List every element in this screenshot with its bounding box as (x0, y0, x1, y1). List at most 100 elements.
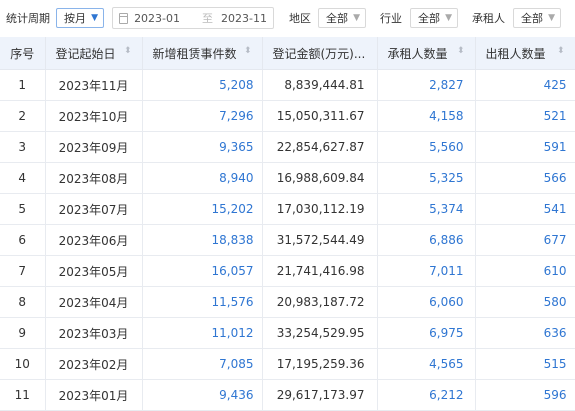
industry-label: 行业 (380, 12, 402, 25)
cell-lessor-count[interactable]: 515 (475, 348, 575, 380)
cell-index: 10 (0, 348, 46, 380)
caret-down-icon: ▼ (91, 13, 98, 23)
header-new-lease-events[interactable]: 新增租赁事件数 ⬍ (142, 37, 263, 70)
date-range-picker[interactable]: 2023-01 至 2023-11 (112, 7, 274, 29)
cell-new-lease-events[interactable]: 8,940 (142, 162, 263, 194)
period-select-value: 按月 (64, 12, 86, 25)
cell-index: 8 (0, 286, 46, 318)
cell-lessee-count[interactable]: 6,212 (377, 379, 476, 411)
table-row[interactable]: 11 2023年01月 9,436 29,617,173.97 6,212 596 (0, 379, 575, 411)
cell-lessor-count[interactable]: 677 (475, 224, 575, 256)
cell-new-lease-events[interactable]: 16,057 (142, 255, 263, 287)
lessee-select-value: 全部 (521, 12, 543, 25)
cell-index: 5 (0, 193, 46, 225)
cell-index: 7 (0, 255, 46, 287)
cell-new-lease-events[interactable]: 18,838 (142, 224, 263, 256)
cell-index: 1 (0, 69, 46, 101)
cell-register-start: 2023年01月 (45, 379, 143, 411)
cell-new-lease-events[interactable]: 7,085 (142, 348, 263, 380)
cell-new-lease-events[interactable]: 11,576 (142, 286, 263, 318)
date-start: 2023-01 (134, 11, 181, 25)
cell-lessor-count[interactable]: 636 (475, 317, 575, 349)
lessee-select[interactable]: 全部 ▼ (513, 8, 561, 28)
table-row[interactable]: 7 2023年05月 16,057 21,741,416.98 7,011 610 (0, 255, 575, 287)
cell-new-lease-events[interactable]: 7,296 (142, 100, 263, 132)
date-end: 2023-11 (221, 11, 267, 25)
cell-new-lease-events[interactable]: 5,208 (142, 69, 263, 101)
period-select[interactable]: 按月 ▼ (56, 8, 104, 28)
header-register-start[interactable]: 登记起始日 ⬍ (45, 37, 143, 70)
cell-lessor-count[interactable]: 580 (475, 286, 575, 318)
cell-lessee-count[interactable]: 5,374 (377, 193, 476, 225)
cell-register-start: 2023年09月 (45, 131, 143, 163)
cell-register-start: 2023年10月 (45, 100, 143, 132)
cell-index: 9 (0, 317, 46, 349)
cell-lessee-count[interactable]: 6,060 (377, 286, 476, 318)
table-row[interactable]: 9 2023年03月 11,012 33,254,529.95 6,975 636 (0, 317, 575, 349)
cell-register-amount: 15,050,311.67 (262, 100, 378, 132)
cell-register-start: 2023年11月 (45, 69, 143, 101)
table-row[interactable]: 3 2023年09月 9,365 22,854,627.87 5,560 591 (0, 131, 575, 163)
cell-register-amount: 29,617,173.97 (262, 379, 378, 411)
header-lessee-count[interactable]: 承租人数量 ⬍ (377, 37, 476, 70)
sort-icon[interactable]: ⬍ (124, 46, 132, 56)
cell-register-amount: 20,983,187.72 (262, 286, 378, 318)
cell-new-lease-events[interactable]: 9,365 (142, 131, 263, 163)
period-label: 统计周期 (6, 12, 50, 25)
table-row[interactable]: 8 2023年04月 11,576 20,983,187.72 6,060 580 (0, 286, 575, 318)
header-register-amount[interactable]: 登记金额(万元)... (262, 37, 378, 70)
sort-icon[interactable]: ⬍ (557, 46, 565, 56)
date-separator: 至 (202, 12, 214, 25)
region-label: 地区 (289, 12, 311, 25)
lessee-label: 承租人 (472, 12, 505, 25)
cell-lessor-count[interactable]: 541 (475, 193, 575, 225)
table-row[interactable]: 4 2023年08月 8,940 16,988,609.84 5,325 566 (0, 162, 575, 194)
cell-register-amount: 8,839,444.81 (262, 69, 378, 101)
cell-register-amount: 17,195,259.36 (262, 348, 378, 380)
cell-lessor-count[interactable]: 591 (475, 131, 575, 163)
table-row[interactable]: 1 2023年11月 5,208 8,839,444.81 2,827 425 (0, 69, 575, 101)
table-row[interactable]: 2 2023年10月 7,296 15,050,311.67 4,158 521 (0, 100, 575, 132)
table-row[interactable]: 6 2023年06月 18,838 31,572,544.49 6,886 677 (0, 224, 575, 256)
cell-lessor-count[interactable]: 425 (475, 69, 575, 101)
cell-register-amount: 33,254,529.95 (262, 317, 378, 349)
cell-lessee-count[interactable]: 4,565 (377, 348, 476, 380)
cell-register-start: 2023年02月 (45, 348, 143, 380)
cell-lessee-count[interactable]: 4,158 (377, 100, 476, 132)
caret-down-icon: ▼ (445, 13, 452, 23)
cell-lessor-count[interactable]: 566 (475, 162, 575, 194)
cell-lessor-count[interactable]: 610 (475, 255, 575, 287)
cell-new-lease-events[interactable]: 15,202 (142, 193, 263, 225)
industry-select-value: 全部 (418, 12, 440, 25)
sort-icon[interactable]: ⬍ (457, 46, 465, 56)
header-index: 序号 (0, 37, 46, 70)
data-table: 序号 登记起始日 ⬍ 新增租赁事件数 ⬍ 登记金额(万元)... 承租人数量 ⬍… (0, 37, 575, 411)
cell-register-amount: 22,854,627.87 (262, 131, 378, 163)
cell-lessee-count[interactable]: 5,560 (377, 131, 476, 163)
industry-select[interactable]: 全部 ▼ (410, 8, 458, 28)
cell-lessee-count[interactable]: 7,011 (377, 255, 476, 287)
calendar-icon (119, 12, 129, 24)
cell-lessee-count[interactable]: 6,975 (377, 317, 476, 349)
cell-register-amount: 16,988,609.84 (262, 162, 378, 194)
cell-register-amount: 17,030,112.19 (262, 193, 378, 225)
table-row[interactable]: 5 2023年07月 15,202 17,030,112.19 5,374 541 (0, 193, 575, 225)
cell-new-lease-events[interactable]: 11,012 (142, 317, 263, 349)
cell-lessor-count[interactable]: 596 (475, 379, 575, 411)
region-select-value: 全部 (326, 12, 348, 25)
cell-index: 6 (0, 224, 46, 256)
filter-bar: 统计周期 按月 ▼ 2023-01 至 2023-11 地区 全部 ▼ 行业 全… (0, 0, 575, 36)
cell-register-start: 2023年05月 (45, 255, 143, 287)
cell-lessee-count[interactable]: 5,325 (377, 162, 476, 194)
table-row[interactable]: 10 2023年02月 7,085 17,195,259.36 4,565 515 (0, 348, 575, 380)
cell-lessor-count[interactable]: 521 (475, 100, 575, 132)
header-lessor-count[interactable]: 出租人数量 ⬍ (475, 37, 575, 70)
cell-lessee-count[interactable]: 2,827 (377, 69, 476, 101)
cell-register-start: 2023年04月 (45, 286, 143, 318)
cell-register-start: 2023年06月 (45, 224, 143, 256)
cell-index: 2 (0, 100, 46, 132)
cell-new-lease-events[interactable]: 9,436 (142, 379, 263, 411)
region-select[interactable]: 全部 ▼ (318, 8, 366, 28)
sort-icon[interactable]: ⬍ (244, 46, 252, 56)
cell-lessee-count[interactable]: 6,886 (377, 224, 476, 256)
